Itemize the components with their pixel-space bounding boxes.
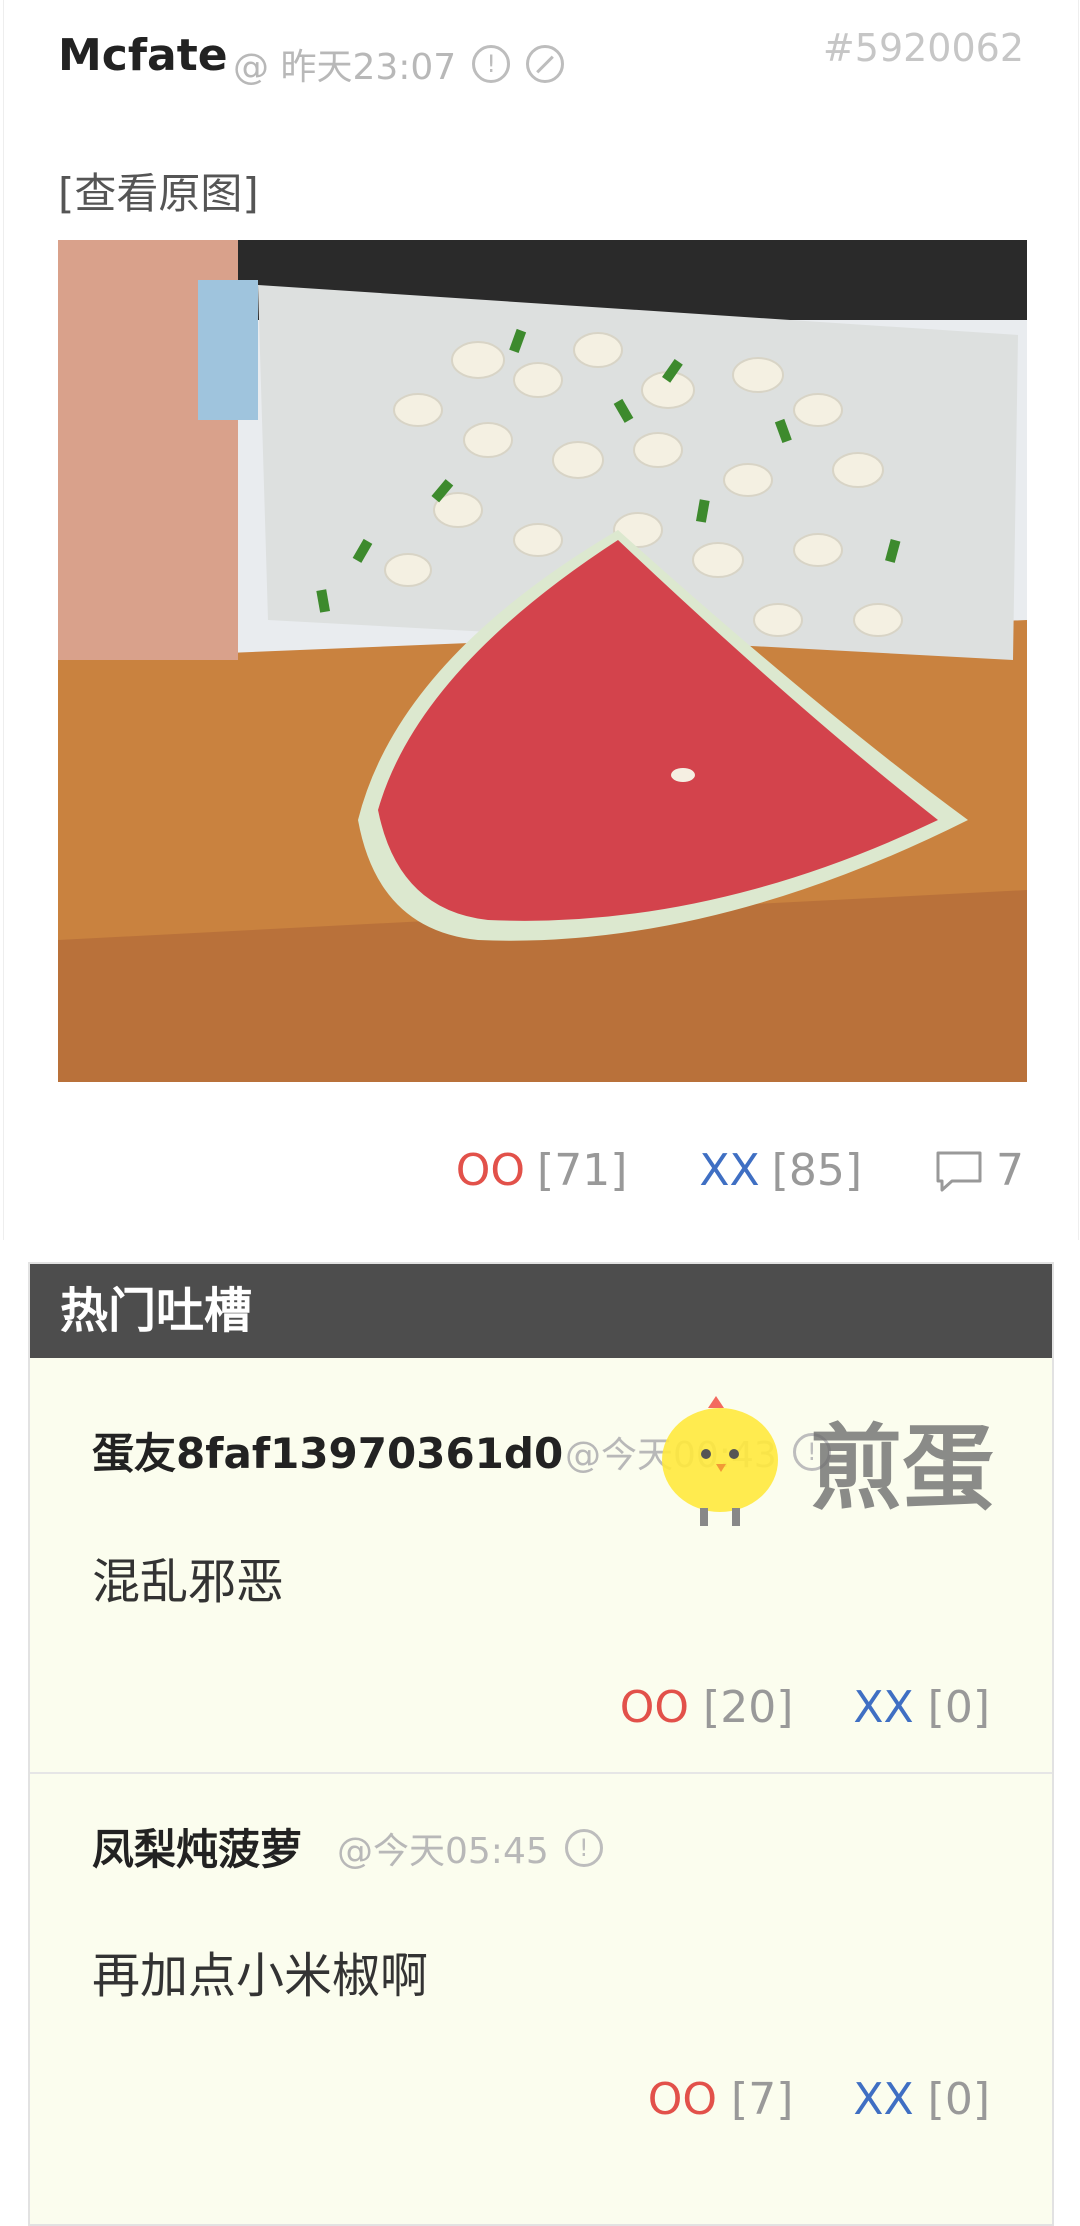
post-meta: @ 昨天23:07 ! bbox=[233, 38, 565, 90]
comment-button[interactable]: 7 bbox=[934, 1145, 1024, 1196]
jandan-watermark: 煎蛋 bbox=[660, 1390, 1020, 1530]
post-id[interactable]: #5920062 bbox=[823, 26, 1024, 70]
comment-votes: OO [7] XX [0] bbox=[648, 2074, 990, 2125]
xx-label: XX bbox=[853, 2074, 914, 2125]
post-xx-button[interactable]: XX [85] bbox=[699, 1145, 874, 1196]
comment-author[interactable]: 蛋友8faf13970361d0 bbox=[92, 1420, 563, 1481]
post-oo-button[interactable]: OO [71] bbox=[456, 1145, 640, 1196]
post-card: Mcfate @ 昨天23:07 ! #5920062 [查看原图] OO [7… bbox=[3, 0, 1079, 1240]
post-time: @ 昨天23:07 bbox=[233, 47, 457, 88]
oo-label: OO bbox=[647, 2074, 718, 2125]
oo-count: [71] bbox=[537, 1145, 628, 1196]
comment-oo-button[interactable]: OO [7] bbox=[648, 2074, 794, 2125]
watermelon-knife-photo bbox=[58, 240, 1027, 1082]
post-author[interactable]: Mcfate bbox=[58, 30, 228, 81]
comment-text: 再加点小米椒啊 bbox=[92, 1948, 429, 2004]
xx-label: XX bbox=[699, 1145, 760, 1196]
report-icon[interactable]: ! bbox=[472, 45, 511, 83]
xx-count: [85] bbox=[771, 1145, 862, 1196]
post-header: Mcfate @ 昨天23:07 ! #5920062 bbox=[58, 26, 1024, 96]
comment-xx-button[interactable]: XX [0] bbox=[853, 1682, 990, 1733]
xx-label: XX bbox=[853, 1682, 914, 1733]
oo-count: [20] bbox=[703, 1682, 794, 1733]
comment-text: 混乱邪恶 bbox=[92, 1554, 285, 1610]
chick-logo-icon: 煎蛋 bbox=[662, 1396, 994, 1526]
hot-comments-title: 热门吐槽 bbox=[30, 1264, 1052, 1358]
xx-count: [0] bbox=[927, 2074, 990, 2125]
comment-author[interactable]: 凤梨炖菠萝 bbox=[92, 1816, 302, 1877]
post-vote-row: OO [71] XX [85] 7 bbox=[456, 1145, 1024, 1196]
watermark-text: 煎蛋 bbox=[810, 1415, 994, 1522]
comment-icon bbox=[936, 1151, 982, 1191]
report-icon[interactable]: ! bbox=[564, 1829, 603, 1867]
comment-count: 7 bbox=[996, 1145, 1024, 1196]
xx-count: [0] bbox=[927, 1682, 990, 1733]
post-image[interactable] bbox=[58, 240, 1027, 1082]
comment-votes: OO [20] XX [0] bbox=[620, 1682, 990, 1733]
hot-comment: 凤梨炖菠萝 @今天05:45 ! 再加点小米椒啊 OO [7] XX [0] bbox=[30, 1772, 1052, 2224]
block-icon[interactable] bbox=[526, 45, 565, 83]
oo-count: [7] bbox=[731, 2074, 794, 2125]
oo-label: OO bbox=[455, 1145, 526, 1196]
comment-time: @今天05:45 bbox=[337, 1831, 549, 1872]
comment-oo-button[interactable]: OO [20] bbox=[620, 1682, 794, 1733]
comment-xx-button[interactable]: XX [0] bbox=[853, 2074, 990, 2125]
view-original-link[interactable]: [查看原图] bbox=[58, 160, 259, 221]
comment-meta: @今天05:45 ! bbox=[337, 1822, 603, 1874]
oo-label: OO bbox=[619, 1682, 690, 1733]
